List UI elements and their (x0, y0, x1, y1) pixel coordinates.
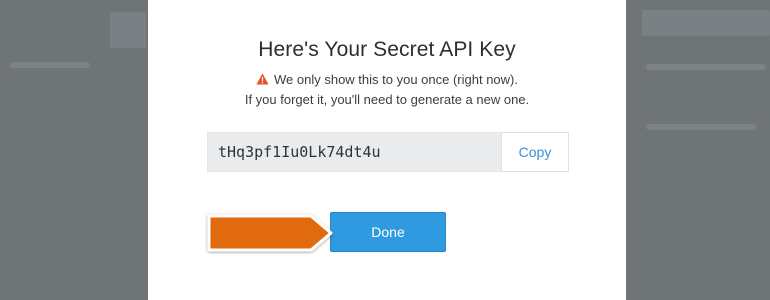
warning-triangle-icon (256, 73, 269, 85)
background-panel (642, 10, 770, 36)
background-text (646, 124, 756, 130)
background-panel (110, 12, 146, 48)
regenerate-hint: If you forget it, you'll need to generat… (244, 92, 530, 107)
api-key-row: tHq3pf1Iu0Lk74dt4u Copy (207, 132, 569, 172)
background-text (10, 62, 90, 68)
orange-arrow-pointer (207, 214, 333, 252)
done-button[interactable]: Done (330, 212, 446, 252)
warning-message: We only show this to you once (right now… (148, 72, 626, 87)
api-key-modal: Here's Your Secret API Key We only show … (148, 0, 626, 300)
modal-title: Here's Your Secret API Key (258, 38, 516, 61)
warning-text: We only show this to you once (right now… (274, 72, 518, 87)
copy-button[interactable]: Copy (501, 132, 569, 172)
api-key-field[interactable]: tHq3pf1Iu0Lk74dt4u (207, 132, 501, 172)
background-text (646, 64, 766, 70)
